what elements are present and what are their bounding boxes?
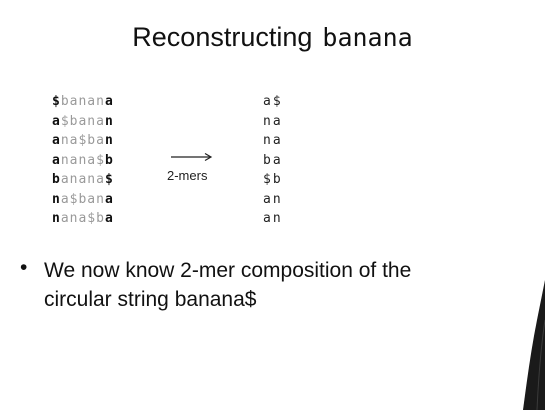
slide-title: Reconstructing banana — [0, 22, 545, 53]
kmer-item: $b — [263, 172, 283, 187]
rotation-last-char: n — [104, 113, 114, 129]
rotation-first-char: $ — [52, 94, 61, 109]
bullet-line-2-prefix: circular string — [44, 288, 169, 311]
rotation-last-char: a — [104, 94, 114, 109]
kmer-item: an — [263, 191, 283, 207]
rotation-row: anana$b — [52, 151, 114, 171]
cyclic-rotations-list: $banana a$banan ana$ban anana$b banana$ … — [52, 92, 114, 229]
rotation-first-char: a — [52, 133, 61, 148]
slide-title-text: Reconstructing — [132, 22, 313, 52]
rotation-first-char: a — [52, 113, 61, 129]
rotation-middle-chars: anana — [60, 172, 105, 187]
rotation-last-char: n — [104, 133, 114, 148]
rotation-last-char: $ — [104, 172, 114, 187]
rotation-middle-chars: na$ba — [60, 133, 105, 148]
bullet-marker: • — [20, 256, 28, 279]
kmer-item: ba — [263, 152, 283, 168]
rotation-middle-chars: ana$b — [60, 211, 105, 226]
rotation-middle-chars: $bana — [60, 113, 105, 129]
rotation-middle-chars: a$ban — [60, 191, 105, 207]
two-mer-list: a$ na na ba $b an an — [263, 92, 283, 229]
rotation-row: nana$ba — [52, 209, 114, 229]
kmer-item: a$ — [263, 94, 283, 109]
rotation-row: a$banan — [52, 112, 114, 132]
slide-title-word: banana — [322, 23, 413, 52]
kmer-item: na — [263, 133, 283, 148]
presenter-silhouette — [521, 280, 545, 411]
rotation-last-char: a — [104, 211, 114, 226]
bullet-line-2: circular string banana$ — [44, 285, 514, 314]
rotation-row: ana$ban — [52, 131, 114, 151]
rotation-first-char: n — [52, 211, 61, 226]
rotation-last-char: b — [104, 152, 114, 168]
rotation-middle-chars: nana$ — [60, 152, 105, 168]
kmer-item: na — [263, 113, 283, 129]
kmer-item: an — [263, 211, 283, 226]
rotation-first-char: a — [52, 152, 61, 168]
rotation-row: na$bana — [52, 190, 114, 210]
lecture-slide: Reconstructing banana $banana a$banan ana… — [0, 0, 545, 411]
bullet-line-2-word: banana$ — [174, 288, 257, 311]
rotation-first-char: b — [52, 172, 61, 187]
bullet-line-1: We now know 2-mer composition of the — [44, 259, 412, 282]
right-arrow-icon — [170, 150, 214, 162]
bullet-text: We now know 2-mer composition of the cir… — [44, 256, 514, 314]
rotation-first-char: n — [52, 191, 61, 207]
arrow-label: 2-mers — [167, 168, 208, 183]
rotation-row: $banana — [52, 92, 114, 112]
rotation-last-char: a — [104, 191, 114, 207]
rotation-row: banana$ — [52, 170, 114, 190]
rotation-middle-chars: banan — [60, 94, 105, 109]
